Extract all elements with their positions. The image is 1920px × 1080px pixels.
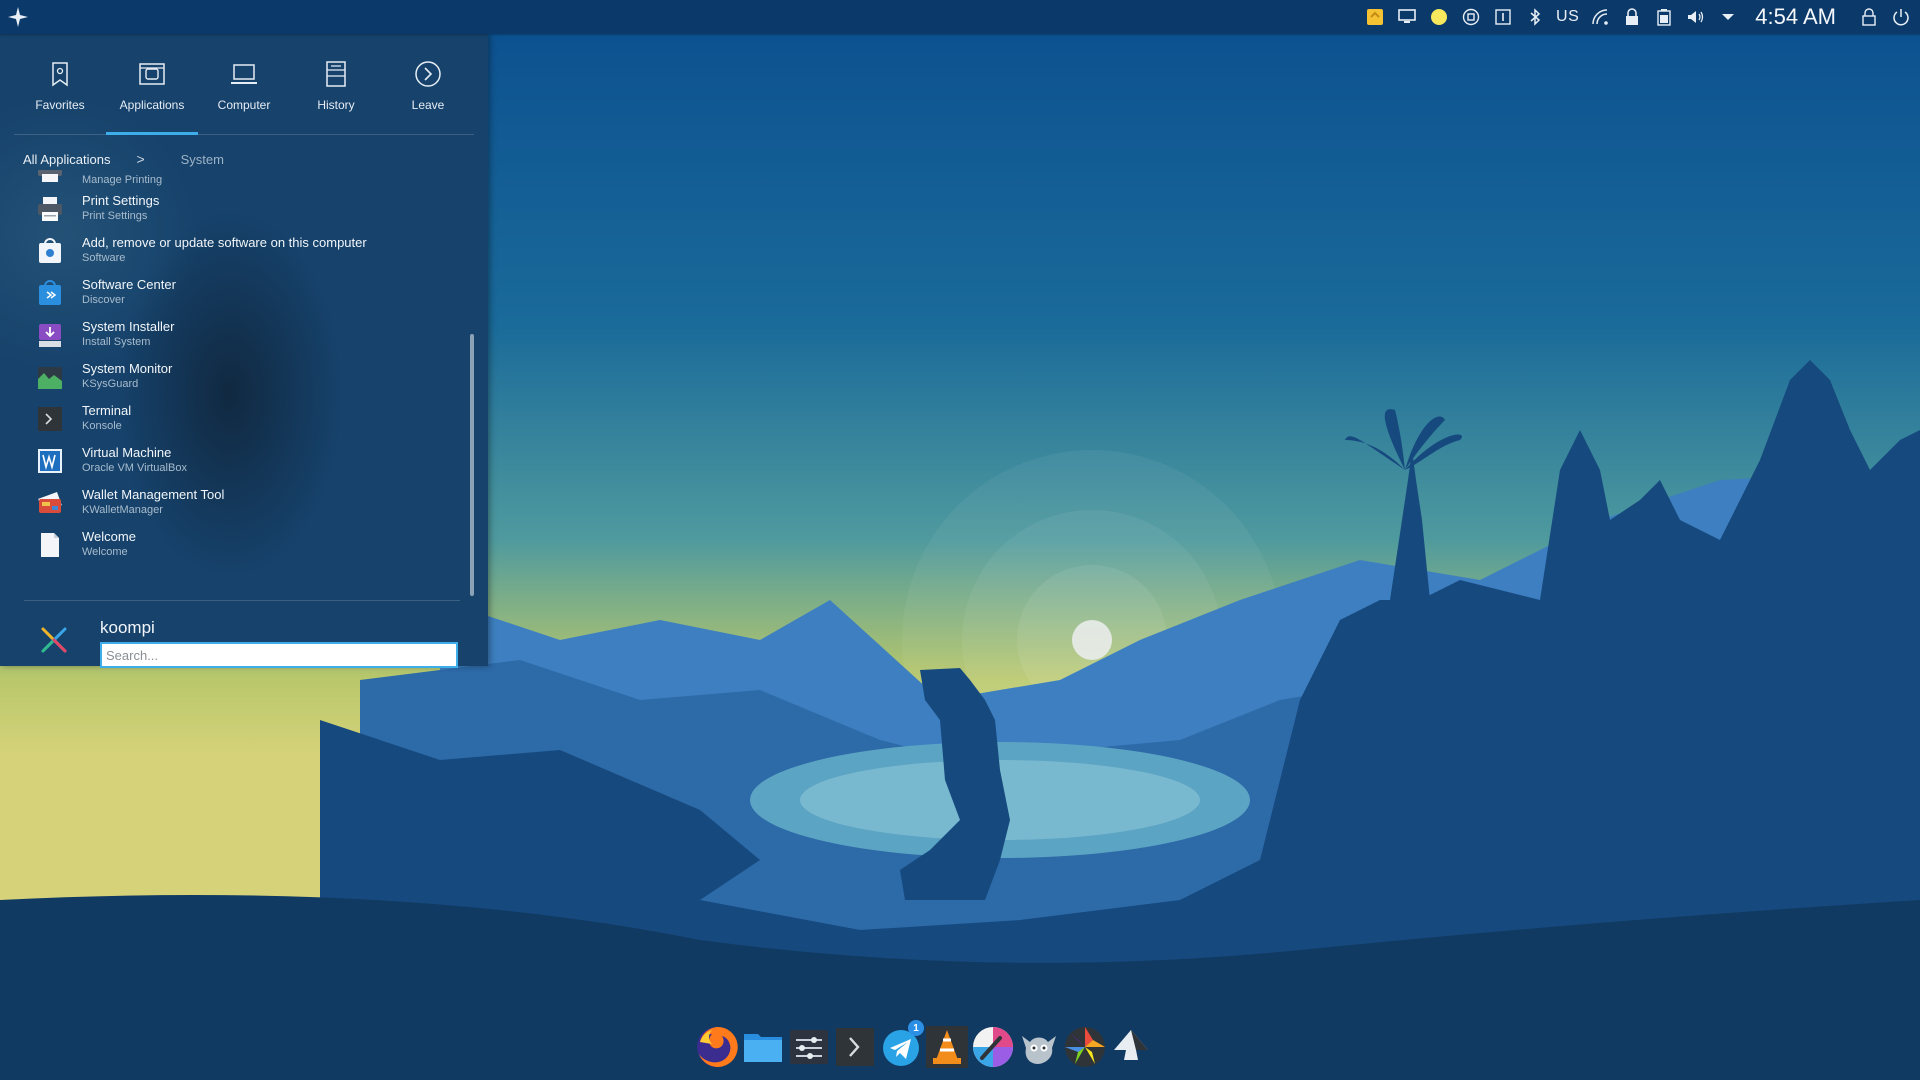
vlc-icon[interactable] [924,1024,970,1070]
digital-clock[interactable]: 4:54 AM [1755,4,1836,30]
list-item-terminal[interactable]: Terminal Konsole [24,399,454,441]
telegram-dock-item[interactable]: 1 [878,1020,924,1070]
tab-label: Leave [411,98,445,112]
display-icon[interactable] [1396,6,1418,28]
wallet-icon [38,492,62,513]
lock-screen-icon[interactable] [1858,6,1880,28]
dock: 1 [686,1016,1234,1080]
list-item-virtual-machine[interactable]: Virtual Machine Oracle VM VirtualBox [24,441,454,483]
inkscape-icon[interactable] [1108,1024,1154,1070]
tab-computer[interactable]: Computer [198,34,290,134]
scrollbar[interactable] [470,334,474,596]
media-icon[interactable] [1460,6,1482,28]
list-item-system-monitor[interactable]: System Monitor KSysGuard [24,357,454,399]
app-description: KSysGuard [82,378,139,390]
discover-icon [39,280,61,305]
file-manager-icon[interactable] [740,1024,786,1070]
tab-applications[interactable]: Applications [106,34,198,135]
app-description: Welcome [82,546,128,558]
app-description: Oracle VM VirtualBox [82,462,187,474]
firefox-icon[interactable] [694,1024,740,1070]
breadcrumb-separator: > [136,151,145,167]
application-list: Manage Printing Print Settings Print Set… [24,170,454,600]
app-description: Install System [82,336,151,348]
notes-icon[interactable] [1364,6,1386,28]
settings-icon[interactable] [786,1024,832,1070]
tab-history[interactable]: History [290,34,382,134]
app-name: System Monitor [82,361,173,376]
color-picker-icon[interactable] [970,1024,1016,1070]
app-name: Print Settings [82,193,160,208]
keyboard-layout-indicator[interactable]: US [1556,6,1579,28]
user-avatar-icon [41,627,67,653]
list-item-software-center[interactable]: Software Center Discover [24,273,454,315]
tab-label: History [317,98,355,112]
notification-badge: 1 [908,1020,924,1036]
app-name: Welcome [82,529,136,544]
tab-label: Applications [119,98,185,112]
leave-icon [415,61,441,87]
breadcrumb-all-applications[interactable]: All Applications [23,152,110,167]
app-name: Add, remove or update software on this c… [82,235,367,250]
applications-icon [139,63,165,85]
tab-label: Favorites [35,98,85,112]
user-name: koompi [100,618,155,637]
laptop-icon [231,64,257,84]
app-description: Discover [82,294,125,306]
system-monitor-icon [38,367,62,389]
menu-tabs: Favorites Applications Computer History … [14,34,474,135]
tab-favorites[interactable]: Favorites [14,34,106,134]
bookmark-icon [52,62,68,87]
list-item-software[interactable]: Add, remove or update software on this c… [24,231,454,273]
virtualbox-icon [38,449,62,473]
search-input[interactable] [100,642,458,668]
system-tray: US 4:54 AM [1364,0,1920,34]
bluetooth-icon[interactable] [1524,6,1546,28]
breadcrumb-system[interactable]: System [181,152,224,167]
tab-leave[interactable]: Leave [382,34,474,134]
top-panel: US 4:54 AM [0,0,1920,34]
network-icon[interactable] [1589,6,1611,28]
list-item-print-settings[interactable]: Print Settings Print Settings [24,189,454,231]
gimp-icon[interactable] [1016,1024,1062,1070]
power-icon[interactable] [1890,6,1912,28]
software-bag-icon [39,238,61,263]
printer-icon [38,170,62,182]
volume-icon[interactable] [1685,6,1707,28]
night-color-icon[interactable] [1428,6,1450,28]
app-description: Print Settings [82,210,148,222]
application-menu: Favorites Applications Computer History … [0,34,488,668]
app-name: Virtual Machine [82,445,172,460]
list-item-welcome[interactable]: Welcome Welcome [24,525,454,567]
list-item-system-installer[interactable]: System Installer Install System [24,315,454,357]
divider [24,600,460,601]
app-name: Software Center [82,277,176,292]
application-launcher-icon[interactable] [6,5,30,29]
terminal-icon[interactable] [832,1024,878,1070]
list-item-wallet-manager[interactable]: Wallet Management Tool KWalletManager [24,483,454,525]
battery-icon[interactable] [1653,6,1675,28]
welcome-icon [41,533,59,557]
tab-label: Computer [217,98,271,112]
lock-icon[interactable] [1621,6,1643,28]
app-description: Manage Printing [82,174,163,186]
aperture-icon[interactable] [1062,1024,1108,1070]
installer-icon [39,324,61,347]
app-description: KWalletManager [82,504,163,516]
printer-icon [38,197,62,221]
clipboard-icon[interactable] [1492,6,1514,28]
expand-icon[interactable] [1717,6,1739,28]
app-name: Wallet Management Tool [82,487,225,502]
terminal-icon [38,407,62,431]
history-icon [326,61,346,87]
app-description: Konsole [82,420,122,432]
app-description: Software [82,252,126,264]
app-name: Terminal [82,403,132,418]
app-name: System Installer [82,319,175,334]
